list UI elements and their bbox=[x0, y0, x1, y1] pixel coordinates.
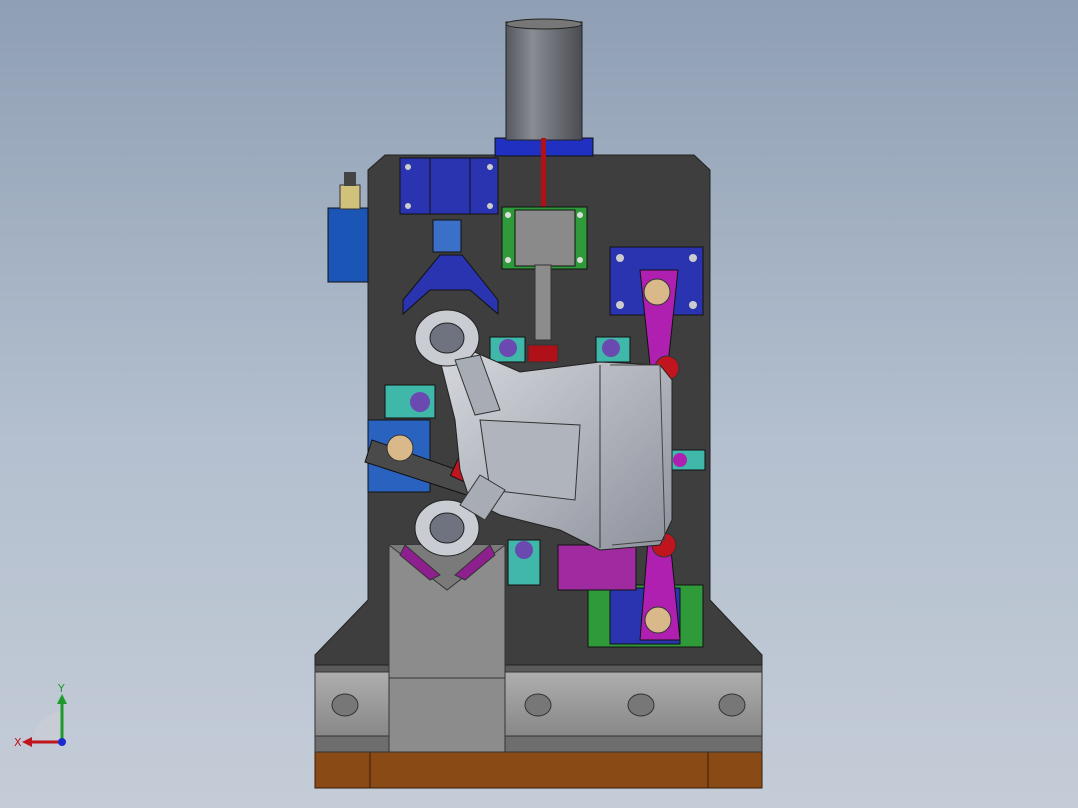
graphics-viewport[interactable]: Y X bbox=[0, 0, 1078, 808]
side-valve-block bbox=[327, 172, 369, 283]
lower-locator-block bbox=[557, 544, 637, 591]
y-axis-arrow bbox=[57, 694, 67, 704]
x-axis-label: X bbox=[14, 736, 22, 749]
z-axis-dot bbox=[58, 738, 66, 746]
wood-base bbox=[314, 751, 763, 789]
y-axis-label: Y bbox=[57, 682, 65, 695]
x-axis-arrow bbox=[22, 737, 32, 747]
coordinate-triad: Y X bbox=[14, 682, 67, 749]
v-support-block bbox=[388, 544, 506, 753]
fixture-model[interactable] bbox=[0, 0, 1078, 808]
steel-rail bbox=[314, 659, 763, 753]
triad-plane bbox=[32, 712, 62, 742]
